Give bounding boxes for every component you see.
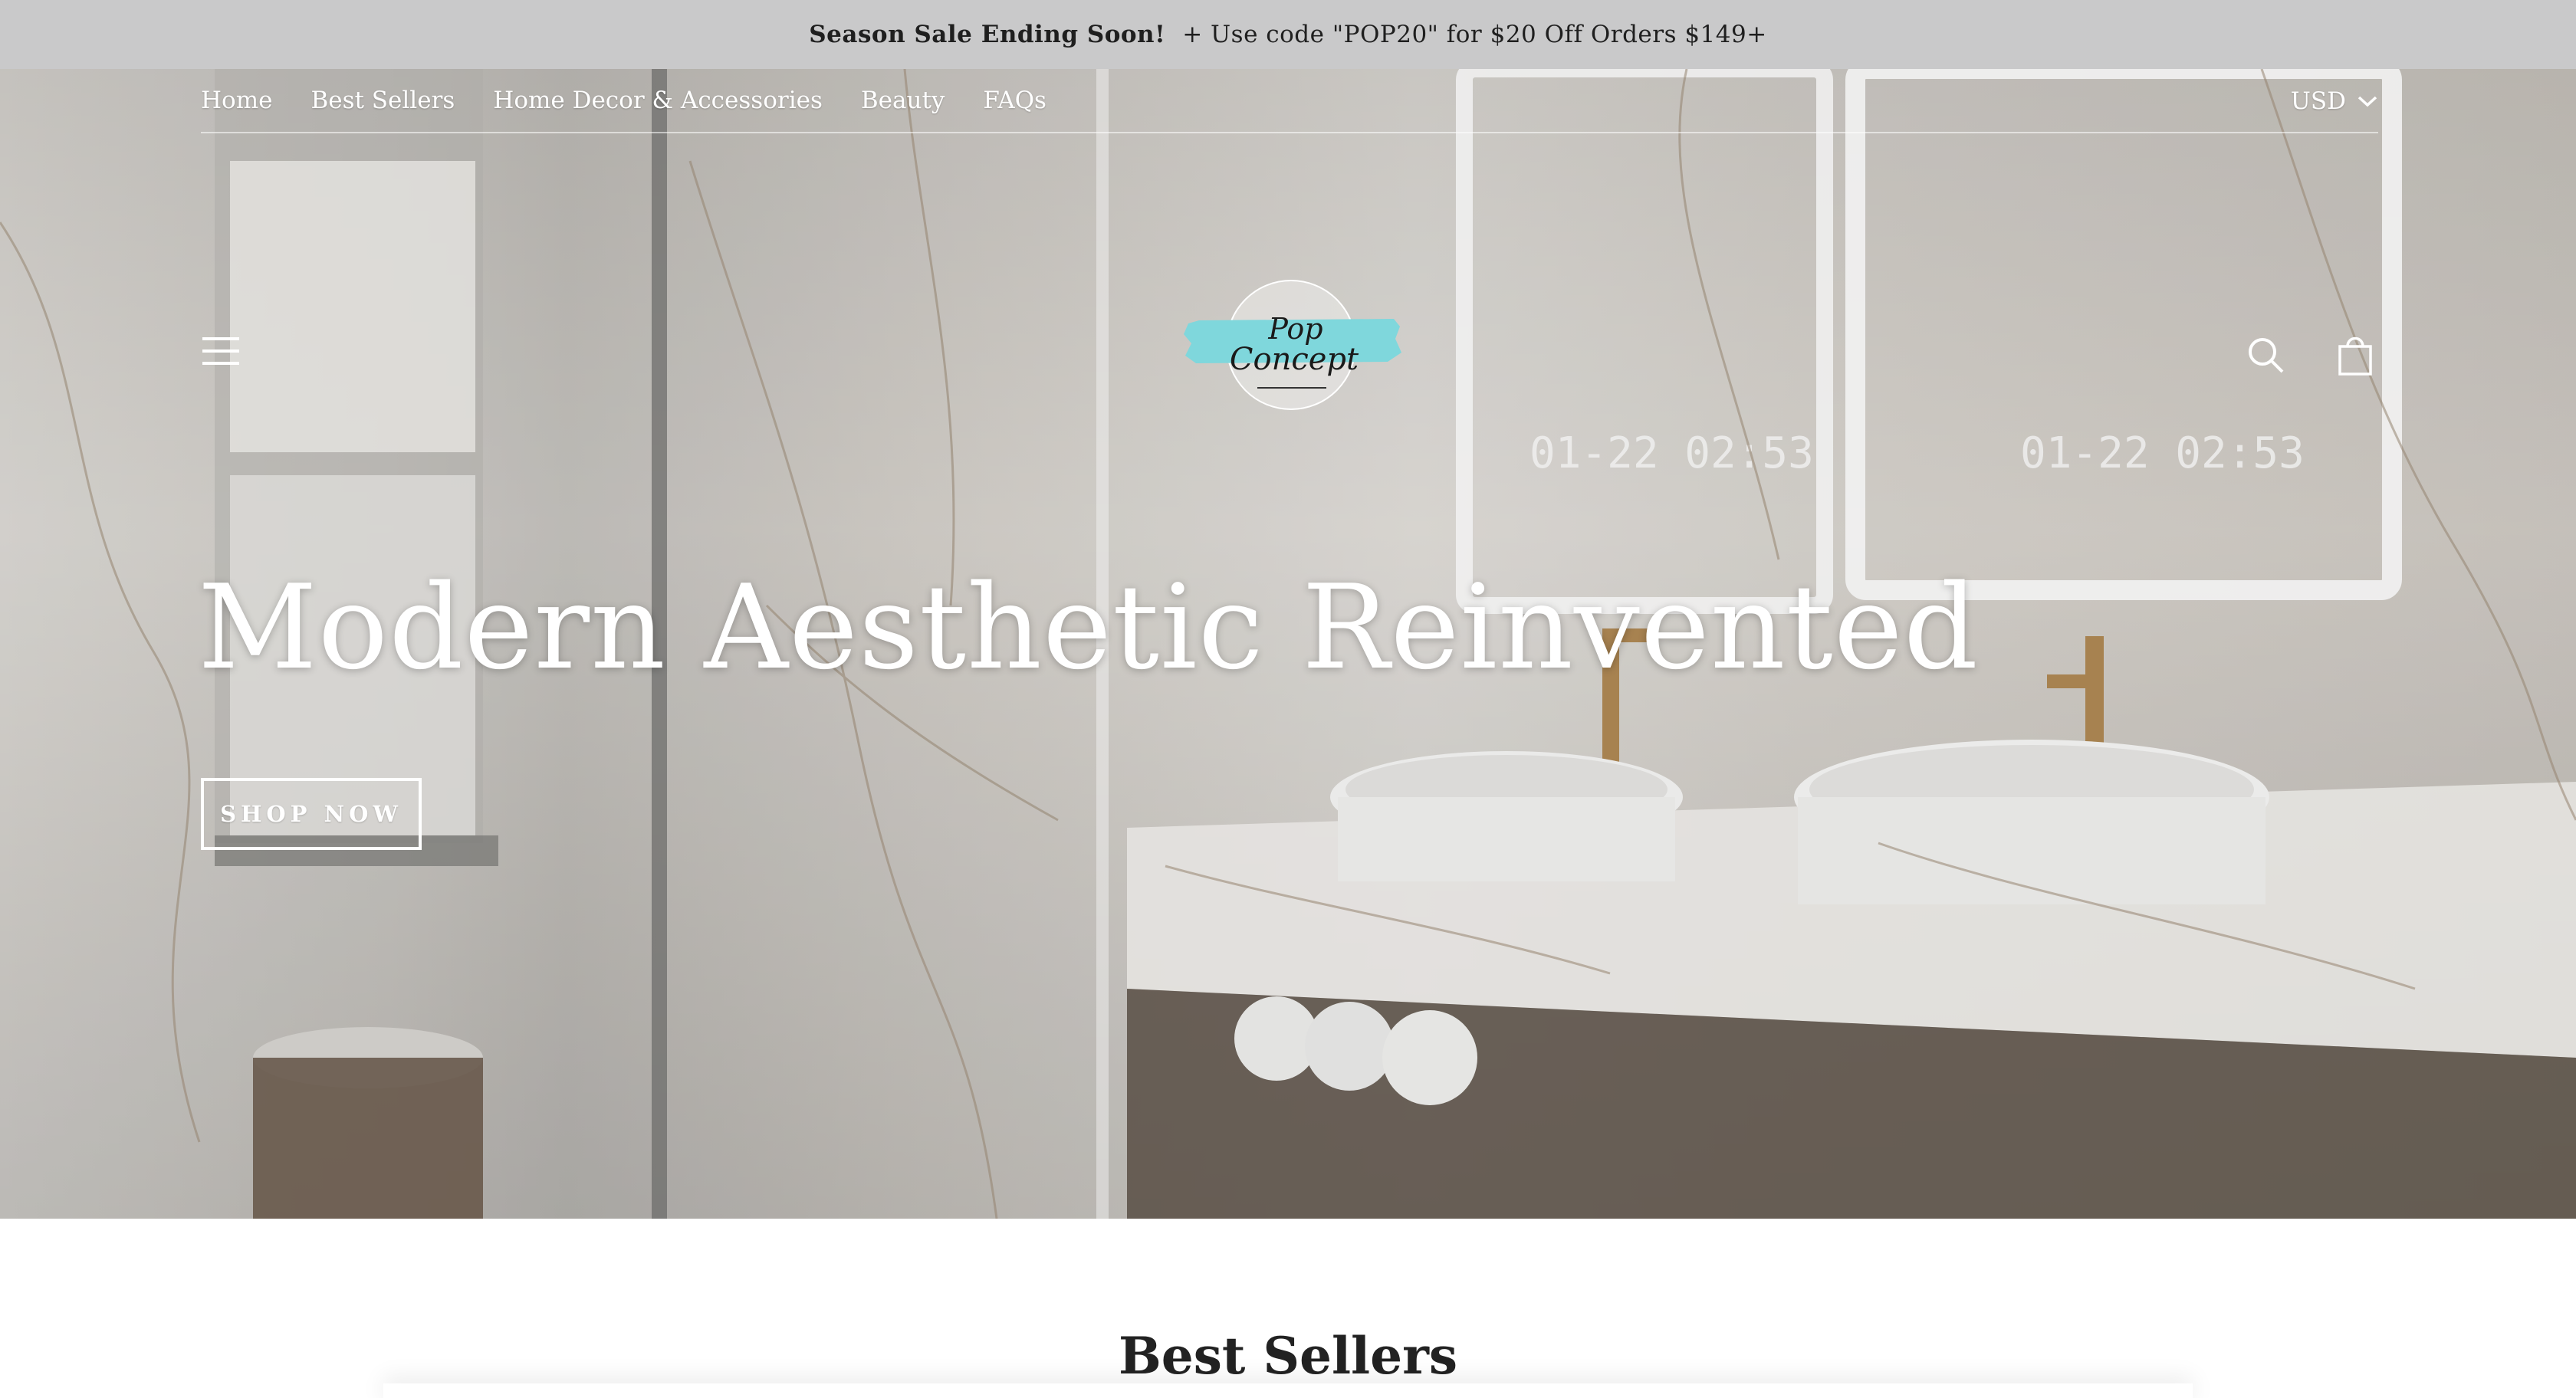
hero-title: Modern Aesthetic Reinvented [198, 560, 1980, 695]
currency-selector[interactable]: USD [2291, 69, 2378, 133]
hero-banner: 01-22 02:53 01-22 02:53 Home Best Seller… [0, 69, 2576, 1219]
pop-concept-logo: Pop Concept [1184, 280, 1401, 410]
svg-text:Pop: Pop [1267, 312, 1322, 346]
hamburger-menu-icon [202, 337, 239, 365]
nav-link-home[interactable]: Home [201, 87, 272, 114]
site-logo[interactable]: Pop Concept [1181, 276, 1403, 414]
shop-now-button[interactable]: SHOP NOW [201, 778, 422, 850]
cart-button[interactable] [2337, 334, 2374, 376]
announcement-bar: Season Sale Ending Soon! + Use code "POP… [0, 0, 2576, 69]
svg-text:Concept: Concept [1230, 342, 1359, 377]
cart-icon [2338, 336, 2372, 376]
search-button[interactable] [2246, 336, 2285, 374]
nav-link-faqs[interactable]: FAQs [983, 87, 1046, 114]
search-icon [2249, 338, 2284, 373]
product-carousel-edge [383, 1383, 2193, 1398]
nav-link-home-decor[interactable]: Home Decor & Accessories [493, 87, 823, 114]
nav-link-beauty[interactable]: Beauty [861, 87, 945, 114]
announcement-headline: Season Sale Ending Soon! [809, 21, 1166, 48]
hamburger-menu-button[interactable] [201, 336, 241, 366]
chevron-down-icon [2358, 96, 2377, 107]
nav-link-best-sellers[interactable]: Best Sellers [310, 87, 455, 114]
announcement-promo-text: + Use code "POP20" for $20 Off Orders $1… [1182, 21, 1767, 48]
best-sellers-title: Best Sellers [1118, 1326, 1458, 1386]
top-navigation: Home Best Sellers Home Decor & Accessori… [201, 69, 2378, 133]
currency-value: USD [2290, 87, 2346, 115]
